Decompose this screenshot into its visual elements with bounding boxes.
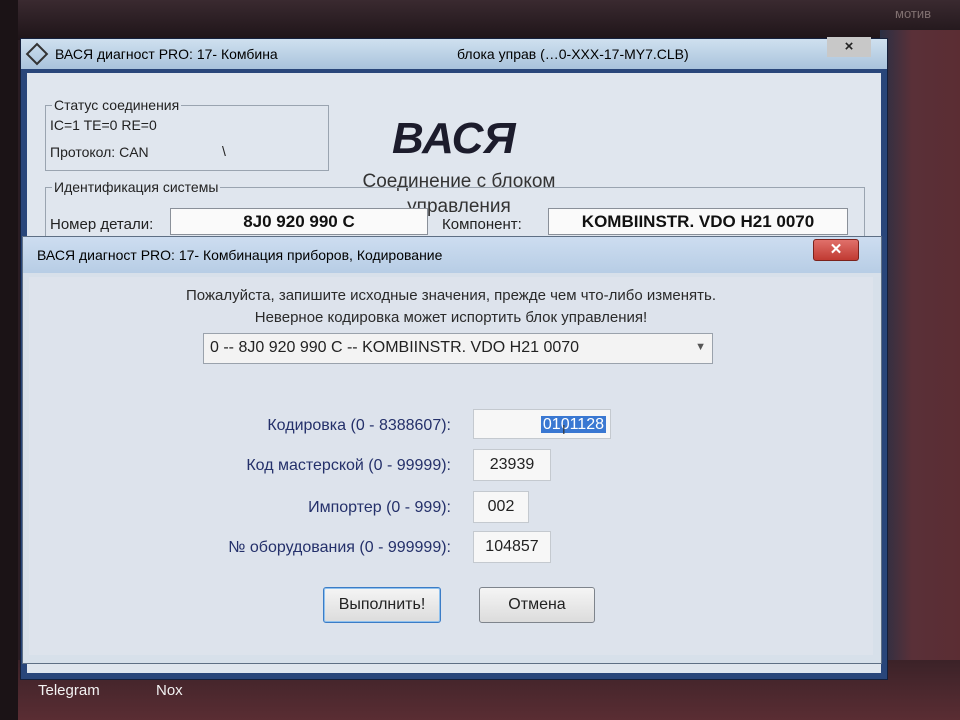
equipment-number-label: № оборудования (0 - 999999): (228, 539, 451, 556)
screen-bezel-left (0, 0, 18, 720)
part-number-label: Номер детали: (50, 216, 154, 233)
app-diamond-icon (25, 42, 49, 66)
protocol-label: Протокол: CAN (50, 144, 149, 160)
chevron-down-icon[interactable]: ▼ (695, 341, 706, 353)
desktop-corner-text: мотив (895, 6, 932, 21)
main-titlebar[interactable]: ВАСЯ диагност PRO: 17- Комбина блока упр… (21, 37, 887, 69)
warning-text-line-1: Пожалуйста, запишите исходные значения, … (185, 287, 717, 304)
dialog-client-area: Пожалуйста, запишите исходные значения, … (29, 277, 873, 655)
app-logo: ВАСЯ (392, 114, 516, 163)
coding-input[interactable]: 0101128 I (473, 409, 611, 439)
part-number-value: 8J0 920 990 C (170, 208, 428, 235)
coding-label: Кодировка (0 - 8388607): (267, 417, 451, 434)
workshop-code-label: Код мастерской (0 - 99999): (246, 457, 451, 474)
coding-dialog: ВАСЯ диагност PRO: 17- Комбинация прибор… (22, 236, 882, 664)
component-value: KOMBIINSTR. VDO H21 0070 (548, 208, 848, 235)
dialog-titlebar[interactable]: ВАСЯ диагност PRO: 17- Комбинация прибор… (23, 237, 881, 273)
main-window-title-tail: блока управ (…0-XXX-17-MY7.CLB) (457, 46, 689, 62)
desktop-background (880, 30, 960, 720)
spinner-mark: \ (222, 143, 226, 159)
component-label: Компонент: (442, 216, 522, 233)
connection-status-legend: Статус соединения (52, 97, 182, 113)
main-close-button[interactable]: × (827, 37, 871, 57)
workshop-code-input[interactable]: 23939 (473, 449, 551, 481)
importer-label: Импортер (0 - 999): (308, 499, 451, 516)
equipment-number-input[interactable]: 104857 (473, 531, 551, 563)
nox-shortcut-label[interactable]: Nox (156, 682, 183, 699)
connection-counters: IC=1 TE=0 RE=0 (50, 117, 157, 133)
connection-status-group: Статус соединения IC=1 TE=0 RE=0 Протоко… (45, 97, 329, 171)
main-window-title: ВАСЯ диагност PRO: 17- Комбина (55, 46, 278, 62)
module-select-value: 0 -- 8J0 920 990 C -- KOMBIINSTR. VDO H2… (210, 339, 580, 356)
dialog-close-button[interactable]: ✕ (813, 239, 859, 261)
text-cursor-icon: I (562, 422, 566, 437)
warning-text-line-2: Неверное кодировка может испортить блок … (254, 309, 648, 326)
execute-button[interactable]: Выполнить! (323, 587, 441, 623)
importer-input[interactable]: 002 (473, 491, 529, 523)
screen-bezel (0, 0, 960, 40)
identification-legend: Идентификация системы (52, 179, 221, 195)
telegram-shortcut-label[interactable]: Telegram (38, 682, 100, 699)
module-select[interactable]: 0 -- 8J0 920 990 C -- KOMBIINSTR. VDO H2… (203, 333, 713, 364)
cancel-button[interactable]: Отмена (479, 587, 595, 623)
coding-value: 0101128 (540, 416, 606, 433)
dialog-title: ВАСЯ диагност PRO: 17- Комбинация прибор… (37, 247, 443, 263)
